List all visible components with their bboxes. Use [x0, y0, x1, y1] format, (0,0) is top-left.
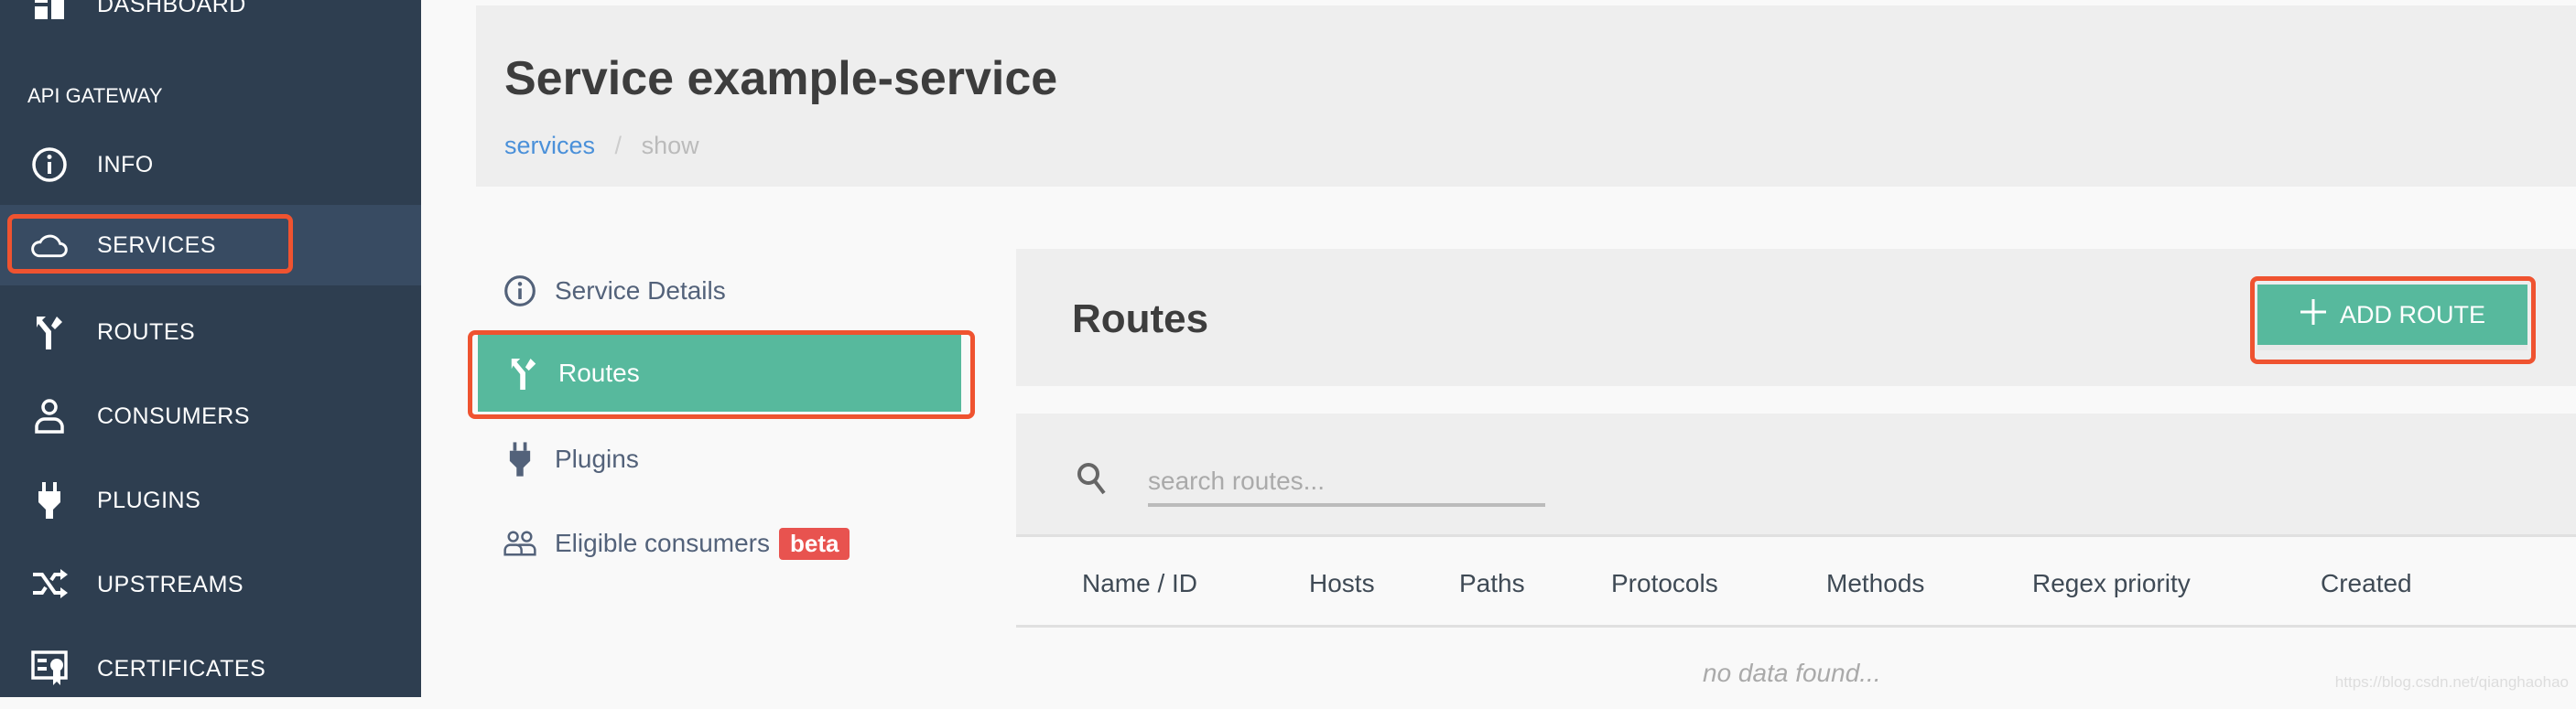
- page-title: Service example-service: [504, 52, 1058, 105]
- highlight-box: [7, 214, 293, 274]
- sidebar-item-label: ROUTES: [97, 318, 196, 345]
- beta-badge: beta: [779, 527, 850, 560]
- tab-label-text: Eligible consumers: [555, 528, 770, 557]
- sidebar-section-title: API GATEWAY: [27, 84, 163, 107]
- column-header-methods[interactable]: Methods: [1826, 569, 1924, 598]
- column-header-protocols[interactable]: Protocols: [1611, 569, 1718, 598]
- sidebar: DASHBOARD API GATEWAY INFO SERVICES ROUT…: [0, 0, 421, 697]
- breadcrumb-link-services[interactable]: services: [504, 132, 595, 159]
- breadcrumb-separator: /: [614, 132, 622, 159]
- sidebar-item-dashboard[interactable]: DASHBOARD: [0, 0, 421, 45]
- page-header: Service example-service services / show: [476, 5, 2576, 187]
- plug-icon: [503, 441, 536, 478]
- search-bar: [1016, 414, 2576, 536]
- highlight-box: [468, 330, 975, 419]
- tab-label: Plugins: [555, 445, 639, 473]
- tab-service-details[interactable]: Service Details: [474, 252, 961, 329]
- plug-icon: [31, 482, 68, 519]
- column-header-name[interactable]: Name / ID: [1082, 569, 1197, 598]
- column-header-paths[interactable]: Paths: [1459, 569, 1525, 598]
- tab-label: Service Details: [555, 276, 726, 305]
- column-header-created[interactable]: Created: [2321, 569, 2412, 598]
- sidebar-item-info[interactable]: INFO: [0, 124, 421, 205]
- sidebar-item-upstreams[interactable]: UPSTREAMS: [0, 544, 421, 625]
- sidebar-item-label: CONSUMERS: [97, 403, 251, 429]
- column-header-hosts[interactable]: Hosts: [1309, 569, 1375, 598]
- certificate-icon: [31, 650, 68, 687]
- sidebar-item-consumers[interactable]: CONSUMERS: [0, 376, 421, 457]
- divider: [1016, 625, 2576, 628]
- sidebar-item-plugins[interactable]: PLUGINS: [0, 460, 421, 541]
- breadcrumb: services / show: [504, 132, 699, 160]
- user-icon: [31, 398, 68, 435]
- sidebar-item-routes[interactable]: ROUTES: [0, 292, 421, 372]
- users-icon: [503, 525, 536, 562]
- sidebar-item-label: UPSTREAMS: [97, 571, 244, 597]
- search-icon: [1076, 461, 1107, 500]
- routes-title: Routes: [1072, 296, 1209, 341]
- routes-header: Routes ADD ROUTE: [1016, 249, 2576, 386]
- watermark: https://blog.csdn.net/qianghaohao: [2334, 673, 2569, 691]
- breadcrumb-current: show: [641, 132, 699, 159]
- dashboard-icon: [31, 0, 68, 23]
- shuffle-icon: [31, 566, 68, 603]
- tab-plugins[interactable]: Plugins: [474, 421, 961, 498]
- info-icon: [31, 146, 68, 183]
- divider: [1016, 534, 2576, 537]
- sidebar-item-label: PLUGINS: [97, 487, 201, 513]
- info-icon: [503, 273, 536, 309]
- sidebar-item-label: DASHBOARD: [97, 0, 246, 17]
- routes-icon: [31, 314, 68, 350]
- sidebar-item-label: INFO: [97, 151, 154, 177]
- highlight-box: [2250, 276, 2536, 364]
- search-input[interactable]: [1148, 459, 1545, 507]
- column-header-regex-priority[interactable]: Regex priority: [2032, 569, 2191, 598]
- sidebar-item-label: CERTIFICATES: [97, 655, 266, 682]
- tab-label: Eligible consumers beta: [555, 527, 850, 560]
- tab-eligible-consumers[interactable]: Eligible consumers beta: [474, 505, 961, 582]
- empty-state: no data found...: [1703, 659, 1881, 687]
